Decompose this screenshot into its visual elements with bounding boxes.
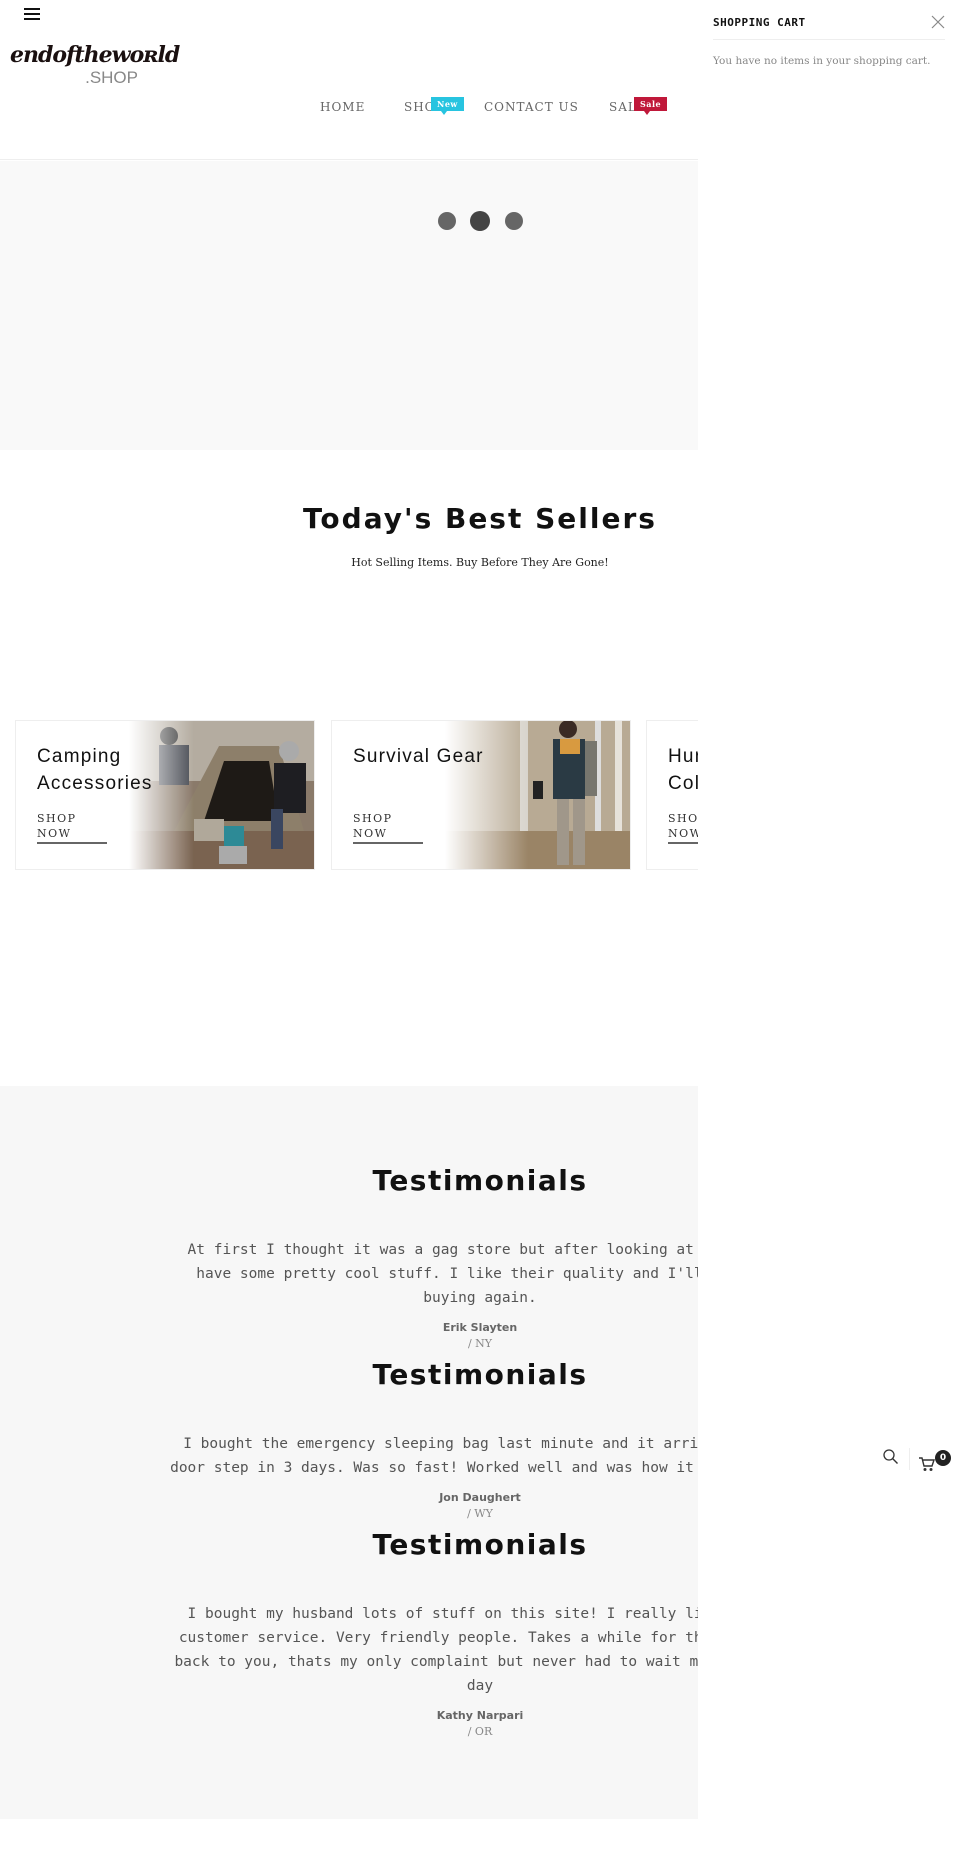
testimonial-quote: At first I thought it was a gag store bu…: [187, 1242, 698, 1306]
sale-badge: Sale: [634, 97, 668, 115]
best-sellers-title: Today's Best Sellers: [303, 502, 657, 535]
testimonial-location: / WY: [467, 1507, 493, 1520]
category-card-hunting[interactable]: Hunting Collection SHOP NOW: [646, 720, 698, 870]
cart-icon[interactable]: [918, 1456, 936, 1472]
category-card-camping[interactable]: Camping Accessories SHOP NOW: [15, 720, 315, 870]
cart-empty-message: You have no items in your shopping cart.: [713, 55, 931, 67]
card-title: Survival Gear: [353, 746, 484, 767]
testimonial-author: Kathy Narpari: [436, 1709, 524, 1722]
slider-dot-2[interactable]: [470, 211, 490, 231]
cart-count-badge: 0: [935, 1450, 951, 1466]
card-title: Camping Accessories: [37, 746, 153, 794]
menu-icon[interactable]: [24, 8, 40, 22]
logo-suffix: .SHOP: [85, 68, 138, 87]
best-sellers-subtitle: Hot Selling Items. Buy Before They Are G…: [351, 556, 609, 569]
cart-panel-title: SHOPPING CART: [713, 16, 806, 29]
hero-slider: [0, 161, 698, 450]
cart-divider: [713, 39, 945, 40]
shop-now-link[interactable]: SHOP NOW: [353, 811, 423, 844]
site-logo[interactable]: endofthewoʀld .SHOP: [10, 42, 180, 92]
nav-contact[interactable]: CONTACT US: [484, 100, 579, 114]
testimonial-location: / OR: [467, 1725, 493, 1738]
close-icon[interactable]: [930, 14, 946, 30]
slider-dot-1[interactable]: [438, 212, 456, 230]
main-nav: HOME SHO New CONTACT US SAL Sale: [0, 97, 700, 120]
shopping-cart-panel: SHOPPING CART You have no items in your …: [698, 0, 960, 160]
testimonial-author: Erik Slayten: [442, 1321, 518, 1334]
nav-sale[interactable]: SAL: [609, 100, 637, 114]
new-badge: New: [431, 97, 464, 115]
testimonial-quote: I bought the emergency sleeping bag last…: [170, 1436, 698, 1476]
testimonials-title: Testimonials: [372, 1528, 588, 1561]
nav-home[interactable]: HOME: [320, 100, 365, 114]
testimonials-title: Testimonials: [372, 1358, 588, 1391]
category-card-survival[interactable]: Survival Gear SHOP NOW: [331, 720, 631, 870]
testimonial-quote: I bought my husband lots of stuff on thi…: [174, 1606, 698, 1694]
search-icon[interactable]: [882, 1448, 900, 1466]
shop-now-link[interactable]: SHOP NOW: [668, 811, 698, 844]
shop-now-link[interactable]: SHOP NOW: [37, 811, 107, 844]
tool-divider: [909, 1448, 910, 1470]
testimonials-slider: Testimonials At first I thought it was a…: [0, 1086, 698, 1819]
card-title: Hunting Collection: [668, 746, 698, 794]
slider-dot-3[interactable]: [505, 212, 523, 230]
category-carousel: Camping Accessories SHOP NOW Survival Ge…: [0, 718, 698, 870]
testimonial-location: / NY: [467, 1337, 493, 1350]
testimonial-author: Jon Daughert: [439, 1491, 521, 1504]
testimonials-title: Testimonials: [372, 1164, 588, 1197]
logo-wordmark: endofthewoʀld: [10, 42, 180, 68]
